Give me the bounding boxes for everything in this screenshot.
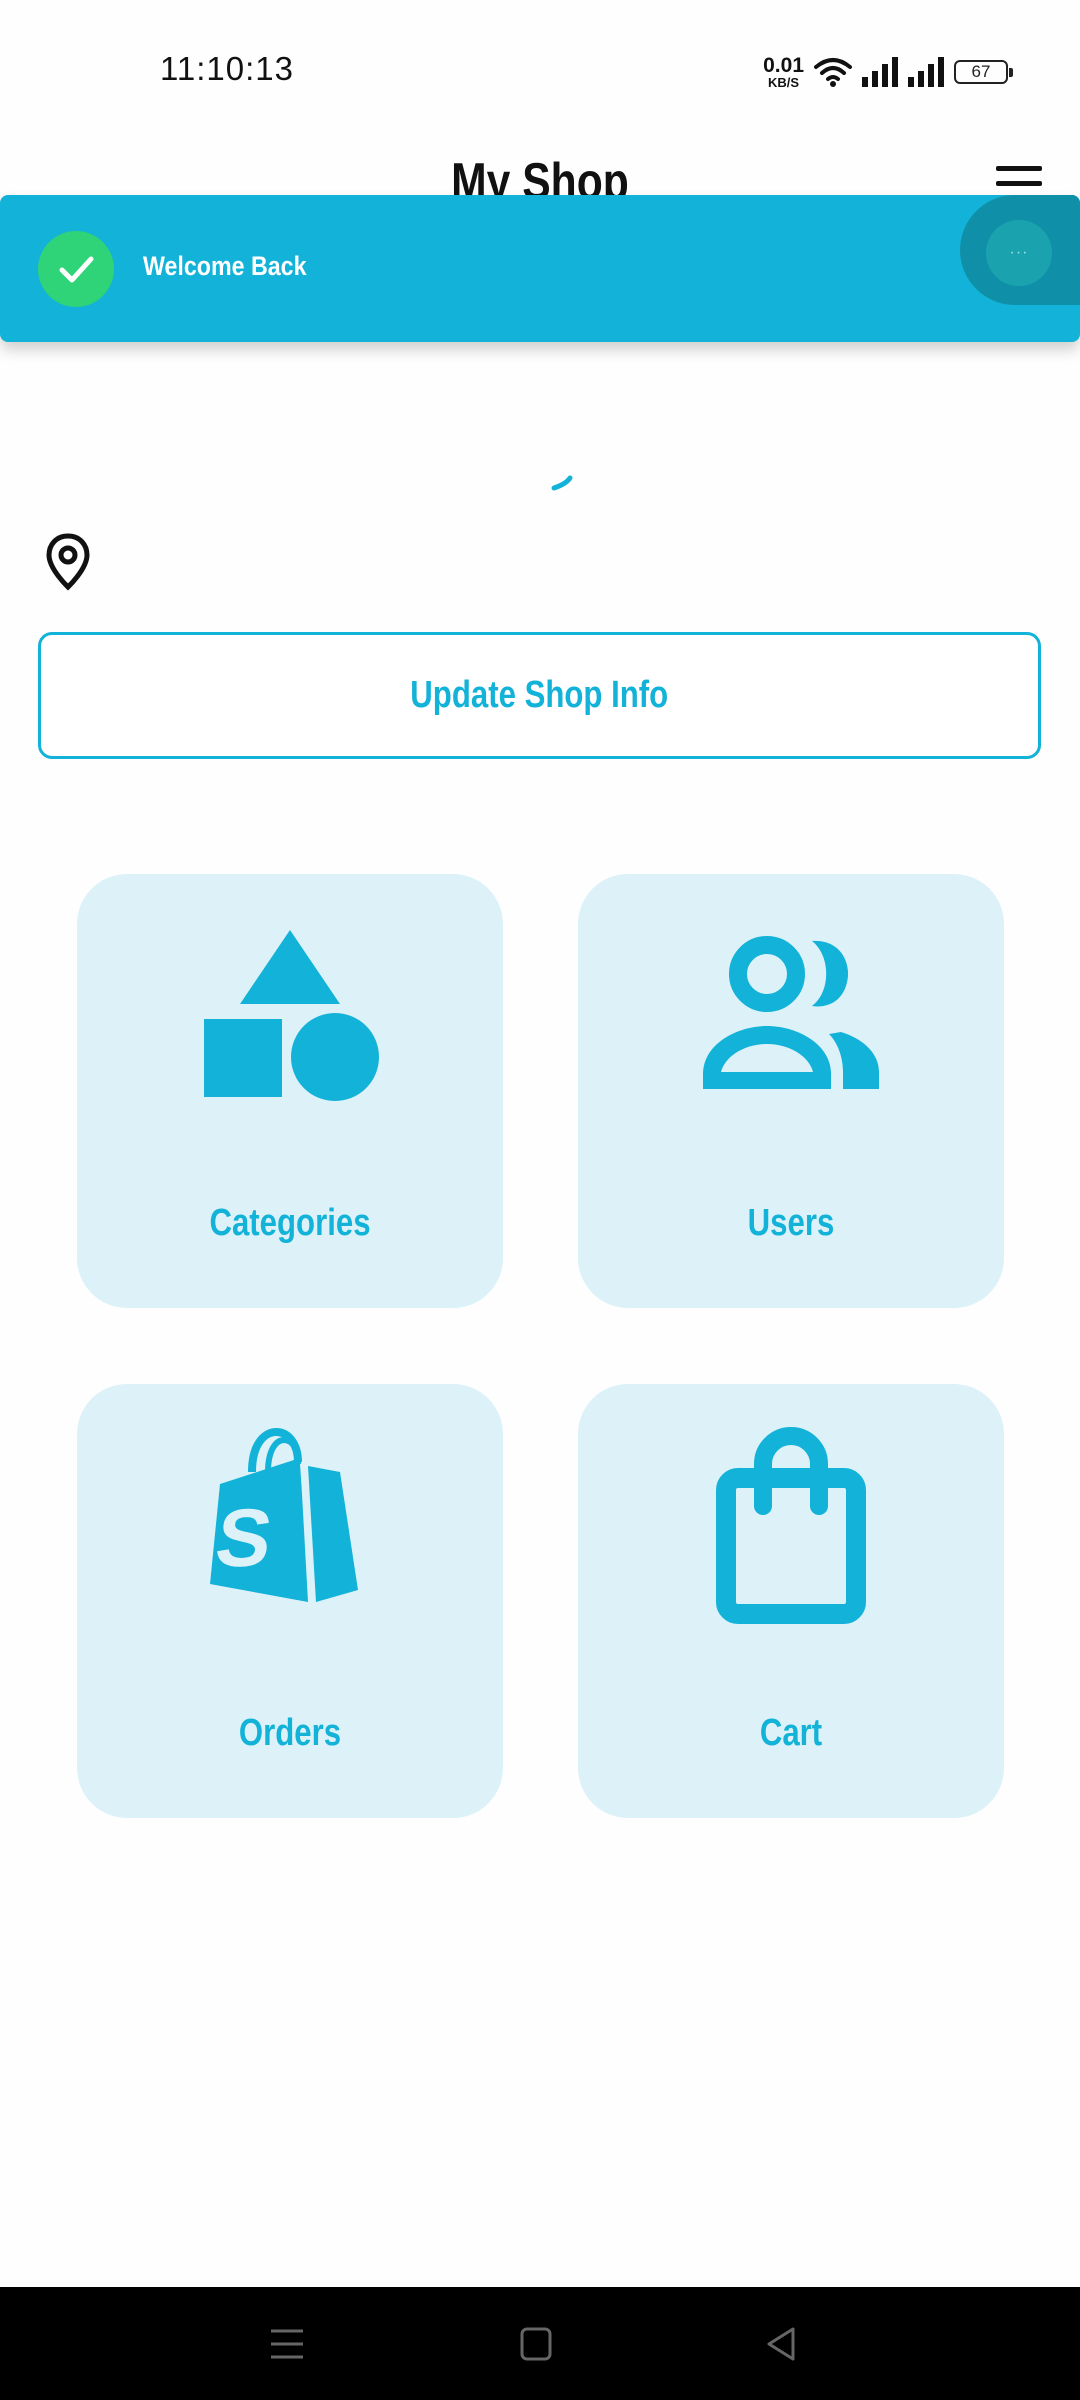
recents-icon[interactable]	[257, 2317, 317, 2371]
battery-icon: 67	[954, 60, 1013, 84]
cart-tile[interactable]: Cart	[578, 1384, 1004, 1818]
wifi-icon	[814, 58, 852, 87]
status-time: 11:10:13	[160, 50, 295, 87]
loading-spinner-icon	[551, 475, 573, 491]
network-speed-value: 0.01	[763, 54, 804, 77]
update-shop-info-button[interactable]: Update Shop Info	[38, 632, 1041, 759]
welcome-toast[interactable]: Welcome Back ···	[0, 195, 1080, 342]
shapes-icon	[204, 930, 379, 1101]
check-icon	[38, 231, 114, 307]
orders-tile[interactable]: S Orders	[77, 1384, 503, 1818]
shopify-bag-icon: S	[210, 1427, 358, 1603]
signal-icon	[862, 57, 898, 87]
network-speed-unit: KB/S	[768, 75, 800, 90]
status-icons: 0.01 KB/S 67	[763, 52, 1013, 92]
users-icon	[703, 936, 879, 1089]
orders-label: Orders	[238, 1712, 342, 1754]
page-title: My Shop	[451, 153, 629, 200]
categories-label: Categories	[209, 1202, 371, 1244]
back-icon[interactable]	[753, 2317, 813, 2371]
categories-tile[interactable]: Categories	[77, 874, 503, 1308]
status-bar: 11:10:13 0.01 KB/S 67	[0, 0, 1080, 140]
update-shop-info-label: Update Shop Info	[410, 674, 669, 716]
signal-icon	[908, 57, 944, 87]
users-tile[interactable]: Users	[578, 874, 1004, 1308]
network-speed: 0.01 KB/S	[763, 55, 804, 89]
system-nav-bar	[0, 2287, 1080, 2400]
location-pin-icon	[46, 533, 90, 591]
toast-message: Welcome Back	[143, 251, 307, 281]
cart-label: Cart	[759, 1712, 823, 1754]
users-label: Users	[747, 1202, 835, 1244]
app-bar: My Shop	[0, 140, 1080, 200]
shopping-bag-icon	[716, 1427, 866, 1624]
home-icon[interactable]	[506, 2317, 566, 2371]
more-icon[interactable]: ···	[986, 220, 1052, 286]
